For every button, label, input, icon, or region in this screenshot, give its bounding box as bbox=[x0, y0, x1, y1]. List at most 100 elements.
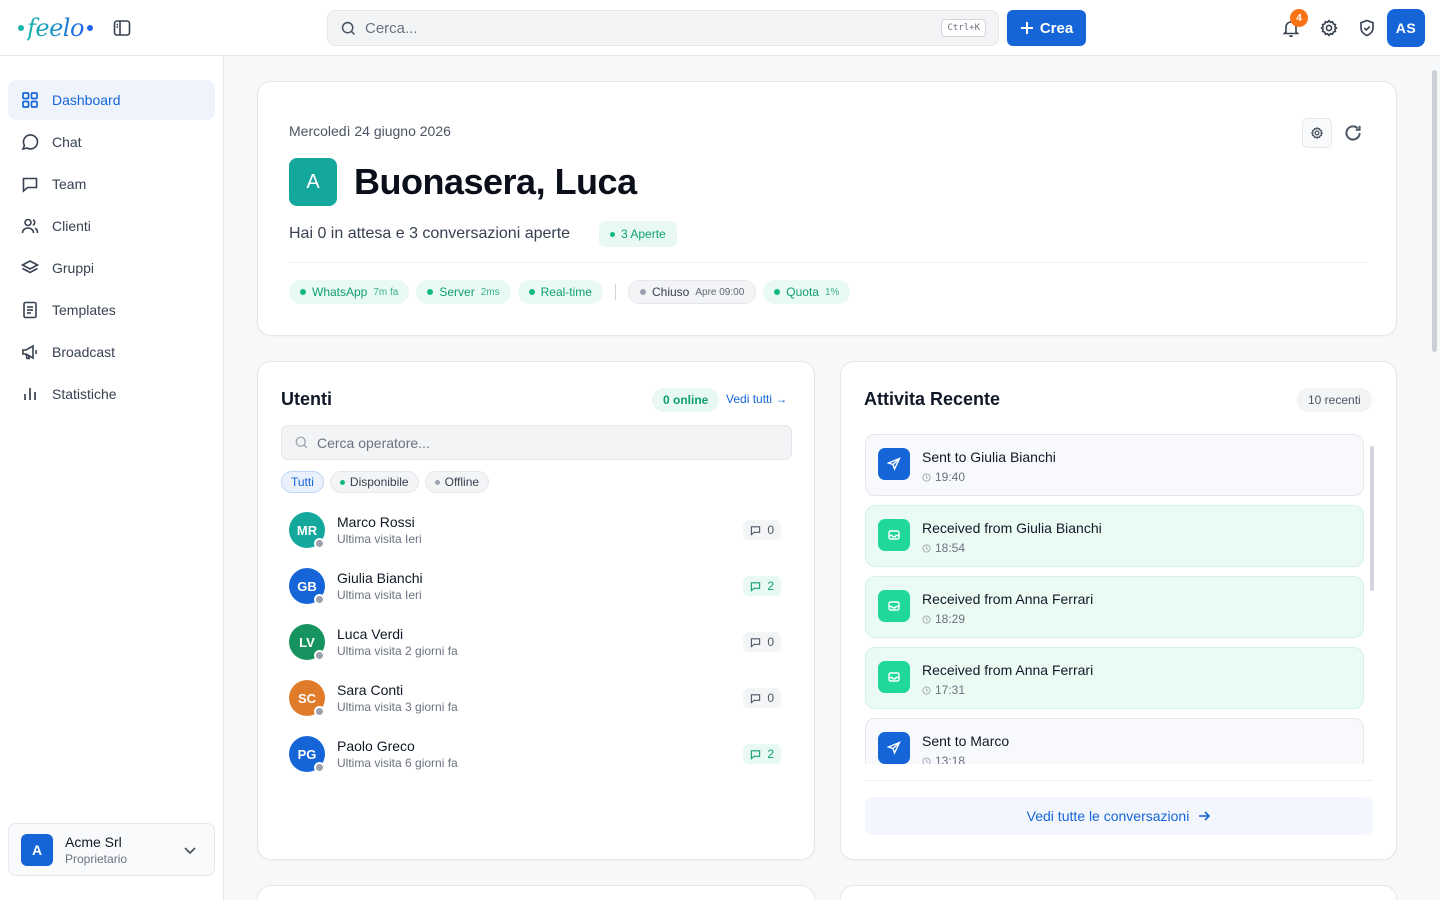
inbox-icon bbox=[878, 590, 910, 622]
global-search-input[interactable]: Cerca... Ctrl+K bbox=[327, 10, 999, 46]
sidebar-item-templates[interactable]: Templates bbox=[8, 290, 215, 330]
organization-switcher[interactable]: A Acme Srl Proprietario bbox=[8, 823, 215, 876]
user-row[interactable]: LV Luca Verdi Ultima visita 2 giorni fa … bbox=[289, 622, 785, 662]
sidebar-item-label: Team bbox=[52, 176, 87, 192]
activity-item[interactable]: Received from Giulia Bianchi 18:54 bbox=[865, 505, 1364, 567]
online-count-badge: 0 online bbox=[652, 388, 720, 412]
sidebar-item-chat[interactable]: Chat bbox=[8, 122, 215, 162]
conversation-count: 2 bbox=[743, 744, 781, 764]
status-pill-realtime: Real-time bbox=[517, 280, 603, 304]
clock-icon bbox=[922, 756, 931, 764]
users-title: Utenti bbox=[281, 389, 332, 409]
status-pill-hours: Chiuso Apre 09:00 bbox=[627, 280, 757, 304]
user-row[interactable]: PG Paolo Greco Ultima visita 6 giorni fa… bbox=[289, 734, 785, 774]
pill-detail: 2ms bbox=[480, 286, 500, 298]
open-conversations-badge[interactable]: 3 Aperte bbox=[599, 221, 677, 247]
pill-detail: 1% bbox=[824, 286, 840, 298]
activity-scrollbar[interactable] bbox=[1370, 446, 1374, 591]
users-icon bbox=[21, 218, 39, 234]
logo-dot-right bbox=[86, 25, 93, 31]
sidebar-item-gruppi[interactable]: Gruppi bbox=[8, 248, 215, 288]
divider bbox=[289, 262, 1367, 263]
user-row[interactable]: MR Marco Rossi Ultima visita Ieri 0 bbox=[289, 510, 785, 550]
sidebar-item-label: Templates bbox=[52, 302, 116, 318]
sidebar-item-broadcast[interactable]: Broadcast bbox=[8, 332, 215, 372]
sidebar-item-clienti[interactable]: Clienti bbox=[8, 206, 215, 246]
pill-label: Quota bbox=[786, 285, 819, 299]
dashboard-settings-button[interactable] bbox=[1302, 118, 1332, 148]
sidebar-toggle-icon[interactable] bbox=[112, 18, 132, 38]
sidebar-item-team[interactable]: Team bbox=[8, 164, 215, 204]
activity-title-text: Received from Anna Ferrari bbox=[922, 662, 1094, 678]
pill-detail: Apre 09:00 bbox=[695, 286, 745, 298]
count-value: 0 bbox=[767, 691, 774, 705]
activity-item[interactable]: Sent to Giulia Bianchi 19:40 bbox=[865, 434, 1364, 496]
filter-offline[interactable]: Offline bbox=[424, 471, 490, 493]
time-value: 19:40 bbox=[935, 470, 966, 484]
org-avatar: A bbox=[21, 833, 53, 866]
activity-item[interactable]: Received from Anna Ferrari 18:29 bbox=[865, 576, 1364, 638]
presence-dot bbox=[314, 706, 325, 717]
lower-card-right bbox=[840, 885, 1397, 900]
status-pill-whatsapp: WhatsApp 7m fa bbox=[289, 280, 410, 304]
open-badge-label: 3 Aperte bbox=[621, 227, 666, 241]
user-name: Marco Rossi bbox=[337, 514, 415, 530]
layers-icon bbox=[20, 260, 40, 274]
presence-dot bbox=[314, 594, 325, 605]
sidebar-item-label: Broadcast bbox=[52, 344, 116, 360]
time-value: 18:54 bbox=[935, 541, 966, 555]
page-scrollbar[interactable] bbox=[1432, 70, 1437, 352]
message-icon bbox=[751, 749, 761, 760]
see-all-users-link[interactable]: Vedi tutti → bbox=[726, 392, 787, 406]
refresh-icon[interactable] bbox=[1342, 122, 1364, 144]
search-shortcut-hint: Ctrl+K bbox=[941, 19, 986, 37]
count-value: 2 bbox=[767, 579, 774, 593]
sidebar-item-dashboard[interactable]: Dashboard bbox=[8, 80, 215, 120]
plus-icon bbox=[1020, 22, 1033, 34]
search-placeholder: Cerca... bbox=[365, 19, 418, 37]
sidebar-item-statistiche[interactable]: Statistiche bbox=[8, 374, 215, 414]
sidebar-item-label: Statistiche bbox=[52, 386, 117, 402]
pill-label: Real-time bbox=[540, 285, 592, 299]
user-last-seen: Ultima visita 2 giorni fa bbox=[337, 644, 458, 658]
user-filter-chips: Tutti Disponibile Offline bbox=[281, 471, 490, 493]
user-avatar[interactable]: AS bbox=[1387, 9, 1425, 47]
org-role: Proprietario bbox=[65, 851, 128, 866]
activity-time: 19:40 bbox=[922, 470, 965, 484]
bar-chart-icon bbox=[24, 388, 36, 400]
activity-list[interactable]: Sent to Giulia Bianchi 19:40 Received fr… bbox=[865, 434, 1373, 764]
user-row[interactable]: GB Giulia Bianchi Ultima visita Ieri 2 bbox=[289, 566, 785, 606]
conversation-count: 0 bbox=[743, 520, 781, 540]
filter-all[interactable]: Tutti bbox=[281, 471, 324, 493]
operator-search-input[interactable]: Cerca operatore... bbox=[281, 425, 792, 460]
message-icon bbox=[751, 581, 761, 592]
activity-time: 18:54 bbox=[922, 541, 965, 555]
user-last-seen: Ultima visita Ieri bbox=[337, 588, 422, 602]
activity-item[interactable]: Sent to Marco 13:18 bbox=[865, 718, 1364, 764]
activity-item[interactable]: Received from Anna Ferrari 17:31 bbox=[865, 647, 1364, 709]
megaphone-icon bbox=[22, 344, 38, 360]
time-value: 13:18 bbox=[935, 754, 966, 764]
message-square-icon bbox=[22, 177, 38, 193]
shield-check-icon[interactable] bbox=[1357, 18, 1377, 38]
search-icon bbox=[295, 436, 308, 449]
feelo-logo[interactable]: feelo bbox=[18, 12, 93, 44]
user-name: Paolo Greco bbox=[337, 738, 415, 754]
status-dot bbox=[610, 231, 615, 237]
pill-label: Server bbox=[439, 285, 475, 299]
create-button[interactable]: Crea bbox=[1007, 10, 1086, 46]
settings-gear-icon[interactable] bbox=[1319, 18, 1339, 38]
user-row[interactable]: SC Sara Conti Ultima visita 3 giorni fa … bbox=[289, 678, 785, 718]
presence-dot bbox=[314, 538, 325, 549]
filter-available[interactable]: Disponibile bbox=[329, 471, 419, 493]
see-all-conversations-button[interactable]: Vedi tutte le conversazioni bbox=[865, 797, 1373, 835]
send-icon bbox=[878, 448, 910, 480]
user-name: Sara Conti bbox=[337, 682, 404, 698]
chip-label: Disponibile bbox=[349, 475, 409, 489]
arrow-right-icon bbox=[1199, 811, 1211, 821]
create-button-label: Crea bbox=[1039, 19, 1074, 37]
sidebar-item-label: Clienti bbox=[52, 218, 91, 234]
search-icon bbox=[341, 21, 355, 35]
presence-dot bbox=[314, 762, 325, 773]
time-value: 17:31 bbox=[935, 683, 966, 697]
